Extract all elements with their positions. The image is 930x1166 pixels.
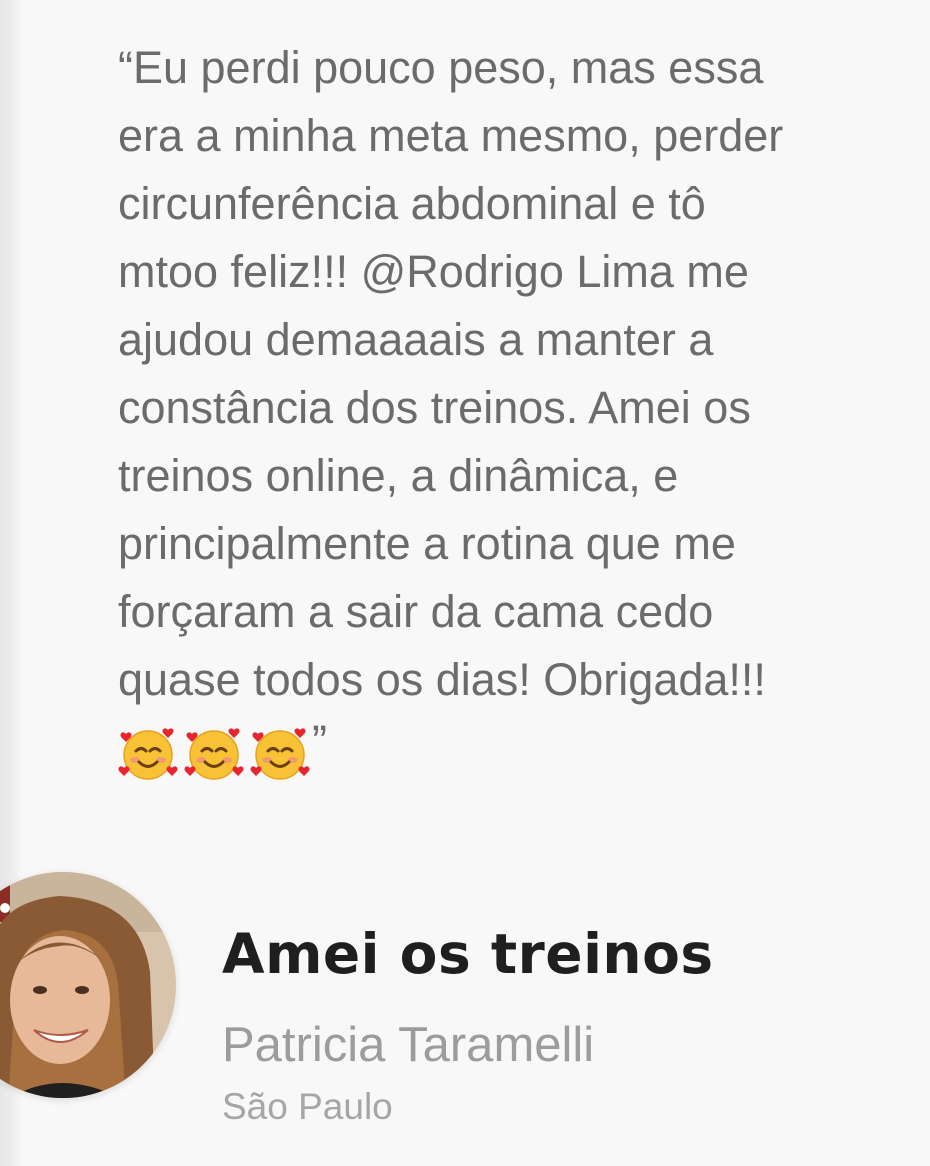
closing-quote-mark: ”	[312, 716, 327, 767]
author-city: São Paulo	[222, 1086, 393, 1127]
person-photo-icon	[0, 872, 176, 1098]
smiling-face-with-hearts-icon	[184, 728, 244, 780]
author-avatar	[0, 872, 176, 1098]
author-name: Patricia Taramelli	[222, 1018, 595, 1072]
smiling-face-with-hearts-icon	[250, 728, 310, 780]
testimonial-card: “Eu perdi pouco peso, mas essa era a min…	[0, 0, 930, 1166]
testimonial-quote: “Eu perdi pouco peso, mas essa era a min…	[118, 42, 784, 705]
quote-emoji-row: ”	[118, 716, 327, 786]
smiling-face-with-hearts-icon	[118, 728, 178, 780]
testimonial-title: Amei os treinos	[222, 922, 714, 986]
